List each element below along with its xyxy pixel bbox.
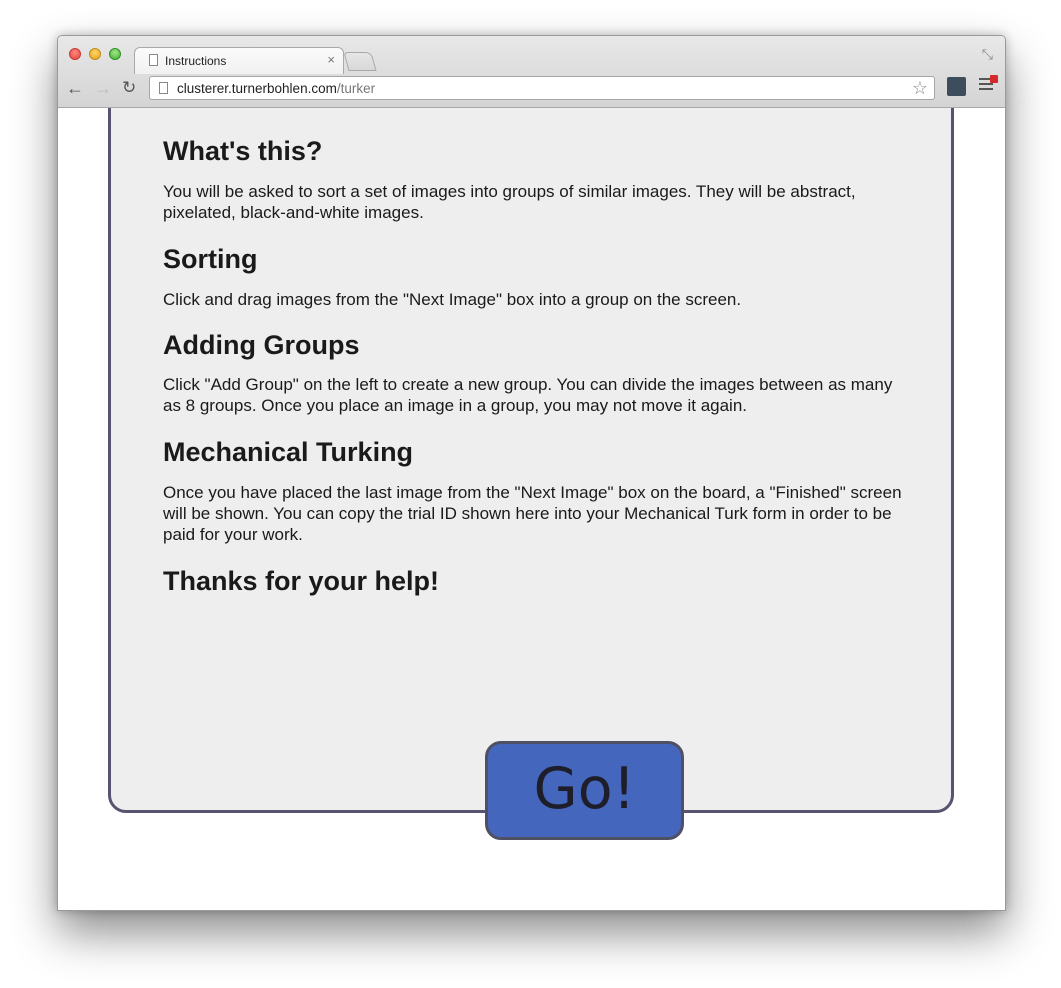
page-icon — [159, 82, 168, 94]
page-viewport: What's this? You will be asked to sort a… — [58, 108, 1005, 910]
heading-whats-this: What's this? — [163, 136, 323, 166]
go-button[interactable]: Go! — [485, 741, 684, 840]
extension-icon[interactable] — [947, 77, 966, 96]
tab-title: Instructions — [165, 54, 227, 68]
window-minimize-button[interactable] — [89, 48, 101, 60]
heading-sorting: Sorting — [163, 244, 258, 274]
instructions-panel: What's this? You will be asked to sort a… — [108, 108, 954, 840]
browser-window: Instructions × ⤡ ← → ↻ clusterer.turnerb… — [57, 35, 1006, 911]
window-close-button[interactable] — [69, 48, 81, 60]
text-adding-groups: Click "Add Group" on the left to create … — [163, 375, 893, 415]
forward-icon[interactable]: → — [94, 78, 112, 98]
update-badge-icon — [990, 75, 998, 83]
browser-toolbar: ← → ↻ clusterer.turnerbohlen.com/turker … — [58, 73, 1005, 107]
address-bar[interactable]: clusterer.turnerbohlen.com/turker ☆ — [149, 76, 935, 100]
fullscreen-icon[interactable]: ⤡ — [982, 46, 993, 63]
instructions-content: What's this? You will be asked to sort a… — [163, 135, 903, 597]
tab-instructions[interactable]: Instructions × — [134, 47, 344, 74]
browser-chrome: Instructions × ⤡ ← → ↻ clusterer.turnerb… — [58, 36, 1005, 108]
back-icon[interactable]: ← — [66, 78, 84, 98]
text-mechanical-turking: Once you have placed the last image from… — [163, 483, 902, 544]
reload-icon[interactable]: ↻ — [122, 78, 136, 98]
heading-adding-groups: Adding Groups — [163, 330, 360, 360]
tab-close-icon[interactable]: × — [327, 52, 335, 67]
url-host: clusterer.turnerbohlen.com — [177, 81, 337, 96]
menu-icon[interactable] — [979, 75, 998, 94]
new-tab-button[interactable] — [343, 52, 377, 71]
url-path: /turker — [336, 81, 376, 96]
document-icon — [149, 54, 158, 66]
heading-mechanical-turking: Mechanical Turking — [163, 437, 414, 467]
bookmark-star-icon[interactable]: ☆ — [912, 78, 928, 99]
text-sorting: Click and drag images from the "Next Ima… — [163, 290, 742, 309]
url-text: clusterer.turnerbohlen.com/turker — [177, 81, 375, 96]
text-whats-this: You will be asked to sort a set of image… — [163, 182, 856, 222]
thanks-heading: Thanks for your help! — [163, 566, 440, 596]
window-maximize-button[interactable] — [109, 48, 121, 60]
